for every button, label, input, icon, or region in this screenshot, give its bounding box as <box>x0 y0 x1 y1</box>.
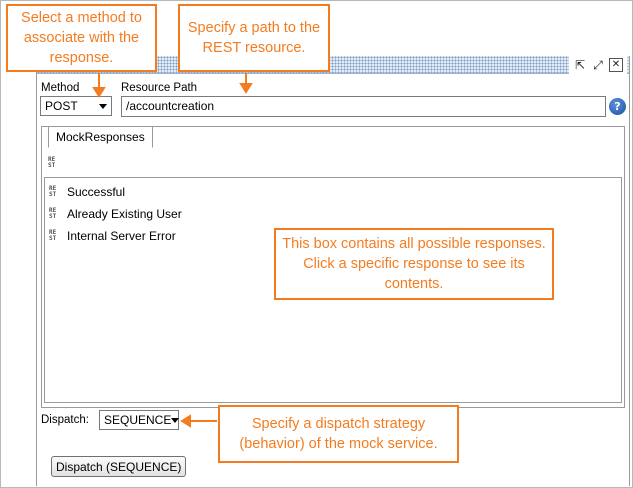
rest-response-icon: RE ST <box>49 229 57 242</box>
chevron-down-icon <box>99 103 107 109</box>
dispatch-select-value: SEQUENCE <box>104 413 172 427</box>
method-select[interactable]: POST <box>40 96 112 116</box>
method-callout: Select a method to associate with the re… <box>6 4 157 72</box>
window-controls: ⇱ ⤢ ✕ <box>569 56 627 74</box>
path-callout: Specify a path to the REST resource. <box>178 4 330 72</box>
list-item-label: Already Existing User <box>67 207 182 221</box>
dispatch-callout: Specify a dispatch strategy (behavior) o… <box>218 405 459 463</box>
list-item-label: Internal Server Error <box>67 229 176 243</box>
dispatch-select[interactable]: SEQUENCE <box>99 410 180 430</box>
dispatch-label: Dispatch: <box>41 414 89 426</box>
close-icon[interactable]: ✕ <box>609 58 623 72</box>
maximize-icon[interactable]: ⤢ <box>591 58 605 72</box>
method-label: Method <box>41 82 80 94</box>
help-icon[interactable]: ? <box>609 98 626 115</box>
new-rest-response-icon[interactable]: RE ST <box>48 157 60 169</box>
list-item-label: Successful <box>67 185 126 199</box>
tab-mock-responses[interactable]: MockResponses <box>48 126 153 148</box>
dispatch-button[interactable]: Dispatch (SEQUENCE) <box>51 456 187 477</box>
detach-icon[interactable]: ⇱ <box>573 58 587 72</box>
method-select-value: POST <box>45 99 78 113</box>
resource-path-input[interactable]: /accountcreation <box>121 96 606 117</box>
rest-response-icon: RE ST <box>49 207 57 220</box>
list-callout: This box contains all possible responses… <box>274 228 554 300</box>
rest-response-icon: RE ST <box>49 185 57 198</box>
chevron-down-icon <box>171 417 180 423</box>
list-item[interactable]: RE ST Already Existing User <box>45 203 621 225</box>
list-item[interactable]: RE ST Successful <box>45 181 621 203</box>
resource-path-label: Resource Path <box>121 82 198 94</box>
